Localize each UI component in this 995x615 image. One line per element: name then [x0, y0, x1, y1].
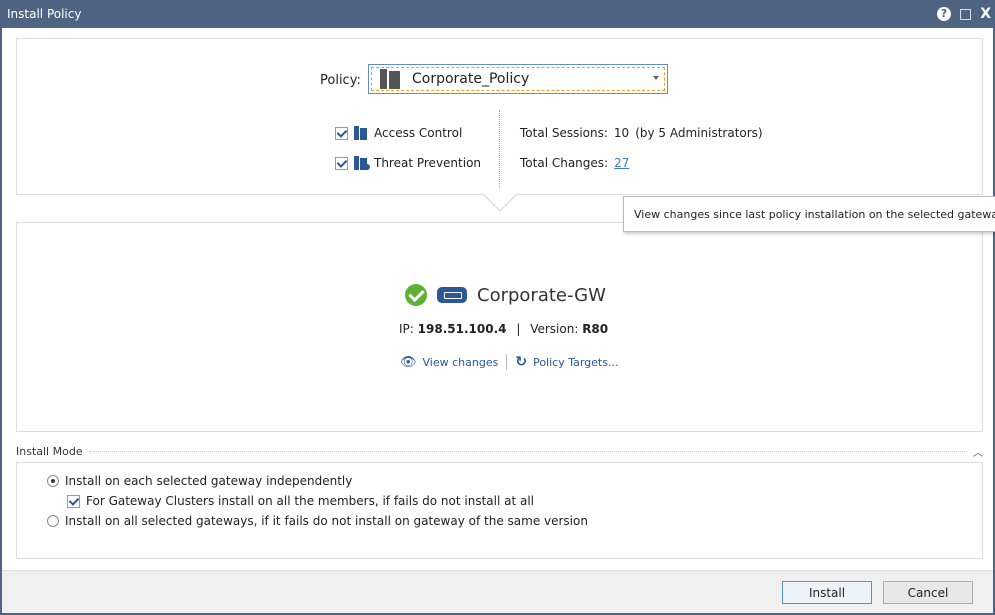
- eye-icon: 👁: [400, 354, 417, 370]
- close-icon[interactable]: X: [980, 6, 991, 22]
- total-sessions: Total Sessions: 10 (by 5 Administrators): [520, 126, 763, 140]
- separator: [506, 354, 508, 370]
- view-changes-link[interactable]: View changes: [423, 356, 499, 369]
- blade-threat-prevention[interactable]: Threat Prevention: [335, 156, 481, 170]
- sessions-value: 10: [613, 126, 630, 140]
- maximize-icon[interactable]: □: [959, 6, 972, 22]
- chevron-up-icon[interactable]: ︿: [973, 444, 983, 459]
- install-policy-dialog: Install Policy ? □ X Policy: Corporate_P…: [0, 0, 995, 615]
- chevron-down-icon[interactable]: [653, 76, 659, 80]
- policy-label: Policy:: [320, 73, 361, 88]
- policy-selected-value: Corporate_Policy: [412, 71, 530, 87]
- gateway-header: Corporate-GW: [405, 284, 606, 306]
- option-all-label: Install on all selected gateways, if it …: [65, 514, 588, 528]
- gateway-name: Corporate-GW: [477, 284, 606, 306]
- sessions-note: (by 5 Administrators): [635, 126, 763, 140]
- tooltip: View changes since last policy installat…: [623, 196, 995, 232]
- window-title: Install Policy: [7, 7, 82, 21]
- total-changes: Total Changes: 27: [520, 156, 629, 170]
- cluster-members-checkbox[interactable]: [67, 494, 80, 508]
- threat-prevention-checkbox[interactable]: [335, 156, 348, 170]
- policy-select[interactable]: Corporate_Policy: [368, 64, 668, 94]
- version-value: R80: [582, 322, 609, 336]
- radio-independent[interactable]: [47, 475, 59, 487]
- radio-all[interactable]: [47, 515, 59, 527]
- help-icon[interactable]: ?: [936, 7, 951, 21]
- sessions-label: Total Sessions:: [520, 126, 608, 140]
- cluster-members-label: For Gateway Clusters install on all the …: [86, 494, 535, 508]
- changes-label: Total Changes:: [520, 156, 609, 170]
- install-button[interactable]: Install: [782, 581, 872, 604]
- ip-value: 198.51.100.4: [417, 322, 507, 336]
- policy-targets-icon: ↻: [515, 354, 528, 370]
- changes-link[interactable]: 27: [614, 156, 629, 170]
- gateway-info: IP: 198.51.100.4 | Version: R80: [399, 322, 608, 336]
- gateway-links: 👁 View changes ↻ Policy Targets...: [400, 354, 618, 370]
- access-control-checkbox[interactable]: [335, 126, 348, 140]
- access-control-icon: [354, 126, 368, 140]
- option-independent[interactable]: Install on each selected gateway indepen…: [47, 474, 352, 488]
- access-control-label: Access Control: [374, 126, 463, 140]
- success-check-icon: [405, 284, 427, 306]
- threat-prevention-icon: [354, 156, 370, 170]
- cancel-button[interactable]: Cancel: [883, 581, 973, 604]
- policy-icon: [380, 69, 402, 89]
- policy-targets-link[interactable]: Policy Targets...: [533, 356, 618, 369]
- option-all[interactable]: Install on all selected gateways, if it …: [47, 514, 588, 528]
- divider: [88, 451, 967, 452]
- install-mode-header[interactable]: Install Mode ︿: [16, 444, 983, 459]
- option-independent-label: Install on each selected gateway indepen…: [65, 474, 353, 488]
- title-bar: Install Policy ? □ X: [2, 0, 995, 28]
- footer: Install Cancel: [2, 570, 993, 613]
- gateway-icon: [437, 287, 467, 303]
- option-cluster-members[interactable]: For Gateway Clusters install on all the …: [67, 494, 534, 508]
- divider: [499, 110, 500, 188]
- threat-prevention-label: Threat Prevention: [374, 156, 482, 170]
- blade-access-control[interactable]: Access Control: [335, 126, 462, 140]
- version-label: Version:: [530, 322, 579, 336]
- separator: |: [516, 322, 521, 336]
- ip-label: IP:: [399, 322, 414, 336]
- install-mode-title: Install Mode: [16, 445, 83, 458]
